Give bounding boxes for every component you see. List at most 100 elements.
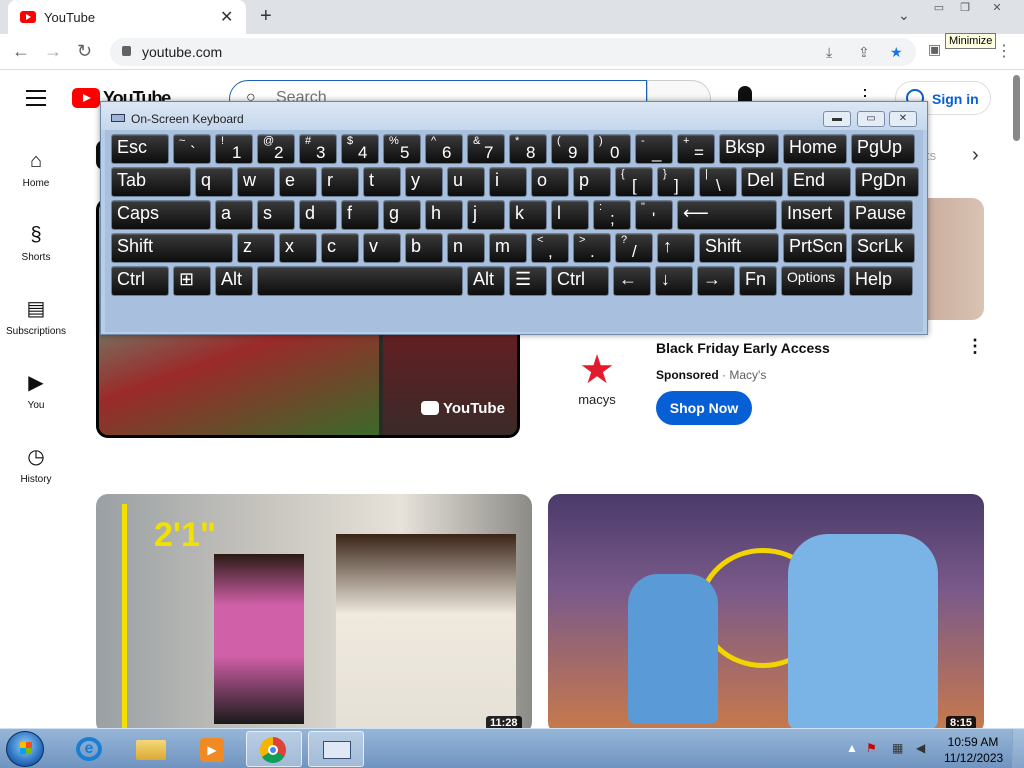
osk-key-'[interactable]: " ' (635, 200, 673, 230)
media-player-icon[interactable]: ▶ (186, 731, 242, 767)
osk-key-ctrl[interactable]: Ctrl (111, 266, 169, 296)
osk-key-,[interactable]: <, (531, 233, 569, 263)
osk-key-l[interactable]: l (551, 200, 589, 230)
osk-key-end[interactable]: End (787, 167, 851, 197)
osk-key-del[interactable]: Del (741, 167, 783, 197)
minimize-button[interactable]: ▭ (928, 1, 950, 15)
osk-key-pgup[interactable]: PgUp (851, 134, 915, 164)
osk-key-scrlk[interactable]: ScrLk (851, 233, 915, 263)
osk-key-h[interactable]: h (425, 200, 463, 230)
nav-home[interactable]: ⌂ Home (0, 148, 72, 189)
osk-key-v[interactable]: v (363, 233, 401, 263)
osk-key-ctrl[interactable]: Ctrl (551, 266, 609, 296)
nav-history[interactable]: ◷ History (0, 444, 72, 485)
osk-key-shift[interactable]: Shift (111, 233, 233, 263)
osk-key-`[interactable]: ~ ` (173, 134, 211, 164)
osk-key-caps[interactable]: Caps (111, 200, 211, 230)
osk-key-k[interactable]: k (509, 200, 547, 230)
shop-now-button[interactable]: Shop Now (656, 391, 752, 425)
browser-menu-icon[interactable]: ⋮ (996, 41, 1012, 61)
osk-key-⊞[interactable]: ⊞ (173, 266, 211, 296)
osk-key-e[interactable]: e (279, 167, 317, 197)
ad-more-options-icon[interactable]: ⋮ (966, 336, 984, 357)
install-icon[interactable]: ⤓ (826, 44, 832, 61)
osk-key-d[interactable]: d (299, 200, 337, 230)
osk-key-6[interactable]: ^ 6 (425, 134, 463, 164)
osk-key-2[interactable]: @2 (257, 134, 295, 164)
osk-maximize-button[interactable]: ▭ (857, 111, 885, 127)
tab-search-button[interactable]: ⌄ (898, 7, 910, 24)
on-screen-keyboard-window[interactable]: On-Screen Keyboard ▬ ▭ ✕ Esc ~ `! 1 @2 #3 $4% 5… (100, 101, 928, 335)
osk-key-y[interactable]: y (405, 167, 443, 197)
video-thumbnail-1[interactable]: 2'1" 11:28 (96, 494, 532, 734)
osk-key-home[interactable]: Home (783, 134, 847, 164)
bookmark-star-icon[interactable]: ★ (890, 44, 903, 61)
osk-key-m[interactable]: m (489, 233, 527, 263)
osk-key-prtscn[interactable]: PrtScn (783, 233, 847, 263)
start-button[interactable] (6, 731, 44, 767)
osk-key-4[interactable]: $4 (341, 134, 379, 164)
osk-key-↑[interactable]: ↑ (657, 233, 695, 263)
osk-key-options[interactable]: Options (781, 266, 845, 296)
volume-icon[interactable]: ◀ (916, 741, 925, 755)
osk-key-g[interactable]: g (383, 200, 421, 230)
network-icon[interactable]: ▦ (892, 741, 903, 755)
back-button[interactable]: ← (12, 41, 30, 62)
osk-key-x[interactable]: x (279, 233, 317, 263)
osk-key-.[interactable]: >. (573, 233, 611, 263)
address-bar[interactable]: youtube.com ⤓ ⇪ ★ (110, 38, 916, 66)
youtube-logo-icon[interactable] (72, 88, 100, 108)
osk-key-8[interactable]: * 8 (509, 134, 547, 164)
show-hidden-icons[interactable]: ▲ (846, 741, 858, 755)
osk-key-7[interactable]: & 7 (467, 134, 505, 164)
osk-key-t[interactable]: t (363, 167, 401, 197)
scrollbar-thumb[interactable] (1013, 75, 1020, 141)
on-screen-keyboard-icon[interactable] (308, 731, 364, 767)
osk-key-pgdn[interactable]: PgDn (855, 167, 919, 197)
osk-key-s[interactable]: s (257, 200, 295, 230)
page-scrollbar[interactable] (1010, 70, 1024, 728)
video-thumbnail-2[interactable]: 8:15 (548, 494, 984, 734)
osk-key-0[interactable]: ) 0 (593, 134, 631, 164)
osk-key-a[interactable]: a (215, 200, 253, 230)
nav-subscriptions[interactable]: ▤ Subscriptions (0, 296, 72, 337)
new-tab-button[interactable]: + (260, 5, 272, 28)
nav-shorts[interactable]: § Shorts (0, 222, 72, 263)
osk-key-insert[interactable]: Insert (781, 200, 845, 230)
osk-key-→[interactable]: → (697, 266, 735, 296)
chips-next-arrow-icon[interactable]: › (972, 144, 979, 167)
osk-key-u[interactable]: u (447, 167, 485, 197)
clock[interactable]: 10:59 AM 11/12/2023 (944, 734, 1003, 766)
show-desktop-button[interactable] (1012, 729, 1024, 768)
osk-minimize-button[interactable]: ▬ (823, 111, 851, 127)
osk-key-←[interactable]: ← (613, 266, 651, 296)
osk-key-esc[interactable]: Esc (111, 134, 169, 164)
osk-key-q[interactable]: q (195, 167, 233, 197)
osk-key-pause[interactable]: Pause (849, 200, 913, 230)
side-panel-icon[interactable]: ▣ (928, 41, 941, 58)
osk-key-z[interactable]: z (237, 233, 275, 263)
osk-title-bar[interactable]: On-Screen Keyboard ▬ ▭ ✕ (101, 102, 927, 130)
osk-key-j[interactable]: j (467, 200, 505, 230)
action-center-icon[interactable]: ⚑ (866, 741, 877, 755)
restore-button[interactable]: ❐ (954, 1, 976, 15)
osk-key-3[interactable]: #3 (299, 134, 337, 164)
osk-key-help[interactable]: Help (849, 266, 913, 296)
reload-button[interactable]: ↻ (77, 41, 92, 62)
osk-close-button[interactable]: ✕ (889, 111, 917, 127)
osk-key-f[interactable]: f (341, 200, 379, 230)
ad-title[interactable]: Black Friday Early Access (656, 340, 830, 356)
osk-key-[[interactable]: {[ (615, 167, 653, 197)
osk-key-5[interactable]: % 5 (383, 134, 421, 164)
osk-key-\[interactable]: | \ (699, 167, 737, 197)
osk-key-b[interactable]: b (405, 233, 443, 263)
osk-key-p[interactable]: p (573, 167, 611, 197)
osk-key-][interactable]: }] (657, 167, 695, 197)
close-window-button[interactable]: ✕ (986, 1, 1008, 15)
osk-key-n[interactable]: n (447, 233, 485, 263)
file-explorer-icon[interactable] (124, 731, 180, 767)
osk-key-i[interactable]: i (489, 167, 527, 197)
osk-key-space[interactable] (257, 266, 463, 296)
osk-key-;[interactable]: :; (593, 200, 631, 230)
osk-key-alt[interactable]: Alt (467, 266, 505, 296)
